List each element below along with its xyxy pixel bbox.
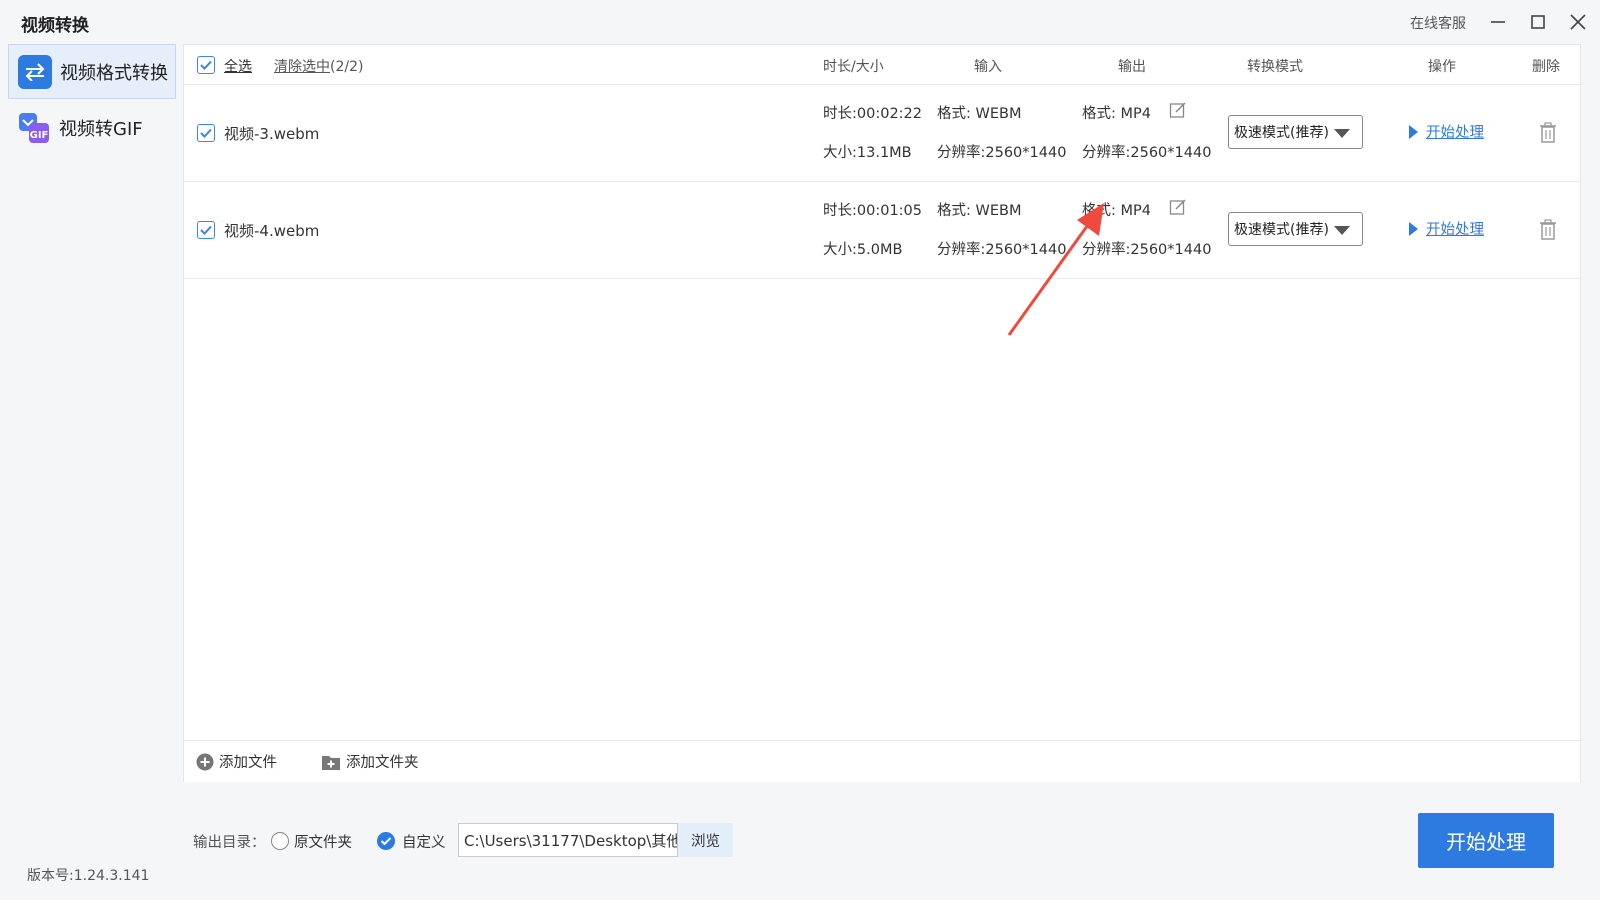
add-file-label: 添加文件 [219, 755, 277, 771]
add-folder-button[interactable]: 添加文件夹 [321, 751, 419, 772]
minimize-icon[interactable] [1486, 10, 1510, 34]
radio-custom-folder[interactable] [377, 832, 395, 850]
column-header-output: 输出 [1118, 59, 1146, 75]
row-checkbox[interactable] [197, 221, 215, 239]
start-processing-label: 开始处理 [1426, 125, 1484, 141]
radio-original-folder-label[interactable]: 原文件夹 [294, 831, 352, 852]
title-bar: 视频转换 在线客服 [0, 0, 1600, 44]
output-format: 格式: MP4 [1082, 106, 1151, 122]
table-row: 视频-4.webm 时长:00:01:05 大小:5.0MB 格式: WEBM … [184, 182, 1580, 279]
input-resolution: 分辨率:2560*1440 [937, 242, 1067, 258]
selection-count: (2/2) [330, 59, 364, 75]
svg-text:GIF: GIF [30, 130, 49, 141]
version-label: 版本号:1.24.3.141 [27, 868, 150, 884]
chevron-down-icon [1334, 226, 1350, 235]
browse-button[interactable]: 浏览 [678, 823, 733, 857]
output-format: 格式: MP4 [1082, 203, 1151, 219]
play-icon [1409, 221, 1418, 236]
conversion-mode-value: 极速模式(推荐) [1234, 222, 1329, 238]
file-name: 视频-3.webm [224, 125, 320, 143]
gif-icon: GIF [17, 111, 51, 145]
duration: 时长:00:01:05 [823, 203, 923, 219]
file-size: 大小:5.0MB [823, 242, 903, 258]
sidebar-item-video-to-gif[interactable]: GIF 视频转GIF [8, 100, 176, 155]
file-list-panel: 全选 清除选中(2/2) 时长/大小 输入 输出 转换模式 操作 删除 视频-3… [183, 44, 1581, 782]
swap-arrows-icon [18, 54, 52, 89]
table-header: 全选 清除选中(2/2) 时长/大小 输入 输出 转换模式 操作 删除 [184, 45, 1580, 85]
trash-icon[interactable] [1538, 122, 1558, 144]
input-resolution: 分辨率:2560*1440 [937, 145, 1067, 161]
file-size: 大小:13.1MB [823, 145, 912, 161]
sidebar: 视频格式转换 GIF 视频转GIF [0, 44, 178, 900]
output-resolution: 分辨率:2560*1440 [1082, 242, 1212, 258]
folder-plus-icon [322, 755, 340, 770]
clear-selection-link[interactable]: 清除选中 [274, 59, 330, 75]
clear-selection[interactable]: 清除选中(2/2) [274, 56, 363, 76]
trash-icon[interactable] [1538, 219, 1558, 241]
online-service-link[interactable]: 在线客服 [1410, 13, 1466, 33]
radio-custom-folder-label[interactable]: 自定义 [402, 831, 446, 852]
conversion-mode-value: 极速模式(推荐) [1234, 125, 1329, 141]
output-resolution: 分辨率:2560*1440 [1082, 145, 1212, 161]
output-directory-label: 输出目录： [193, 835, 266, 851]
panel-footer: 添加文件 添加文件夹 [184, 740, 1580, 782]
column-header-duration-size: 时长/大小 [823, 59, 884, 75]
select-all-checkbox[interactable] [197, 56, 215, 74]
input-format: 格式: WEBM [937, 106, 1022, 122]
start-processing-label: 开始处理 [1426, 222, 1484, 238]
duration: 时长:00:02:22 [823, 106, 923, 122]
plus-circle-icon [196, 753, 214, 770]
input-format: 格式: WEBM [937, 203, 1022, 219]
start-processing-button[interactable]: 开始处理 [1418, 813, 1554, 868]
edit-output-icon[interactable] [1169, 198, 1187, 216]
play-icon [1409, 124, 1418, 139]
add-folder-label: 添加文件夹 [346, 755, 419, 771]
select-all-link[interactable]: 全选 [224, 56, 252, 76]
add-file-button[interactable]: 添加文件 [196, 751, 277, 772]
conversion-mode-select[interactable]: 极速模式(推荐) [1228, 115, 1363, 149]
row-checkbox[interactable] [197, 124, 215, 142]
start-processing-link[interactable]: 开始处理 [1409, 121, 1484, 142]
column-header-input: 输入 [974, 59, 1002, 75]
column-header-mode: 转换模式 [1247, 59, 1303, 75]
conversion-mode-select[interactable]: 极速模式(推荐) [1228, 212, 1363, 246]
start-processing-link[interactable]: 开始处理 [1409, 218, 1484, 239]
table-row: 视频-3.webm 时长:00:02:22 大小:13.1MB 格式: WEBM… [184, 85, 1580, 182]
sidebar-item-label: 视频格式转换 [60, 62, 168, 84]
sidebar-item-label: 视频转GIF [59, 118, 143, 140]
chevron-down-icon [1334, 129, 1350, 138]
maximize-icon[interactable] [1526, 10, 1550, 34]
sidebar-item-video-format-convert[interactable]: 视频格式转换 [8, 44, 176, 99]
app-title: 视频转换 [21, 16, 89, 36]
close-icon[interactable] [1566, 10, 1590, 34]
edit-output-icon[interactable] [1169, 101, 1187, 119]
output-path-input[interactable] [458, 823, 678, 857]
radio-original-folder[interactable] [271, 832, 289, 850]
column-header-action: 操作 [1428, 59, 1456, 75]
column-header-delete: 删除 [1532, 59, 1560, 75]
file-name: 视频-4.webm [224, 222, 320, 240]
